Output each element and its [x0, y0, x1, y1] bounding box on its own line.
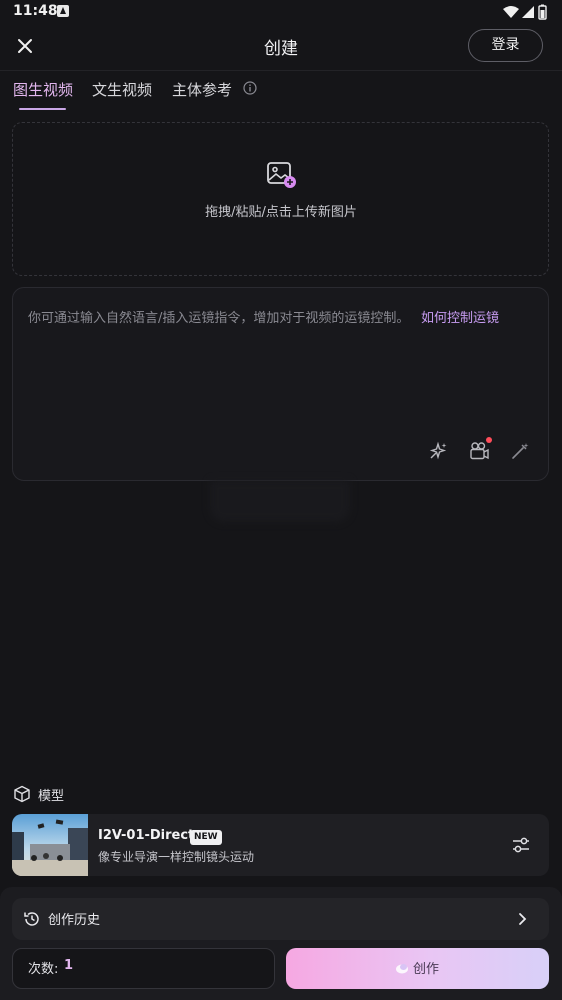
- app-notification-icon: [57, 5, 69, 17]
- tab-image-to-video[interactable]: 图生视频: [13, 79, 73, 100]
- usage-count-value: 1: [64, 958, 74, 973]
- camera-control-help-link[interactable]: 如何控制运镜: [421, 307, 499, 326]
- prompt-dropdown-shadow: [210, 480, 350, 522]
- add-image-icon: [267, 162, 296, 188]
- info-icon[interactable]: [243, 81, 257, 95]
- magic-wand-icon[interactable]: [509, 440, 531, 462]
- model-card[interactable]: [12, 814, 549, 876]
- create-button-label: 创作: [413, 962, 440, 977]
- usage-count-label: 次数:: [28, 962, 59, 977]
- status-bar: [0, 0, 562, 24]
- status-indicators-icon: [503, 4, 547, 20]
- model-description: 像专业导演一样控制镜头运动: [98, 850, 255, 864]
- status-time: 11:48: [13, 3, 58, 19]
- credit-gem-icon: [396, 964, 408, 974]
- prompt-placeholder: 你可通过输入自然语言/插入运镜指令，增加对于视频的运镜控制。: [28, 311, 410, 326]
- login-button[interactable]: 登录: [468, 29, 543, 62]
- active-tab-indicator: [19, 108, 66, 110]
- upload-hint: 拖拽/粘贴/点击上传新图片: [205, 205, 357, 220]
- image-upload-area[interactable]: [12, 122, 549, 276]
- tab-subject-reference[interactable]: 主体参考: [172, 79, 232, 100]
- tab-text-to-video[interactable]: 文生视频: [92, 79, 152, 100]
- cube-icon: [14, 785, 30, 803]
- history-label: 创作历史: [48, 913, 101, 928]
- header-divider: [0, 70, 562, 71]
- history-icon: [24, 912, 39, 926]
- settings-sliders-icon[interactable]: [510, 834, 532, 856]
- camera-movement-icon[interactable]: [468, 440, 490, 462]
- model-thumbnail: [12, 814, 88, 876]
- magic-sparkle-icon[interactable]: [427, 440, 449, 462]
- new-feature-dot: [486, 437, 492, 443]
- chevron-right-icon: [519, 913, 527, 925]
- new-badge: NEW: [190, 830, 222, 845]
- model-section-label: 模型: [38, 789, 65, 804]
